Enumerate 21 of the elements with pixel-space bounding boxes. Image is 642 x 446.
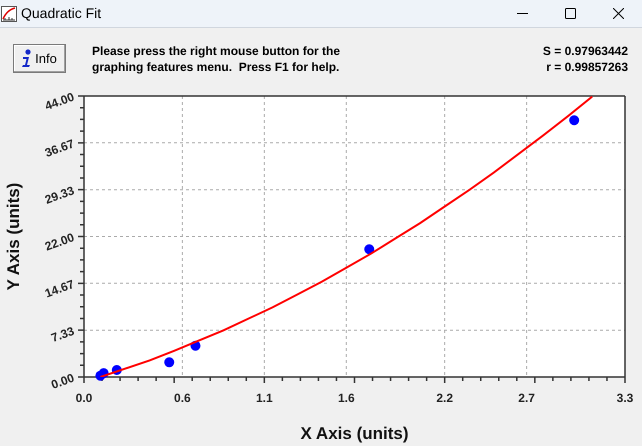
help-message: Please press the right mouse button for the graphing features menu. Press F1 for help.: [92, 43, 342, 75]
y-tick-label: 22.00: [43, 230, 76, 254]
statistic-value: r = 0.99857263: [546, 59, 628, 75]
window-title: Quadratic Fit: [21, 4, 102, 23]
y-tick-label: 14.67: [43, 276, 76, 300]
x-tick-label: 2.7: [518, 391, 535, 405]
y-tick-label: 7.33: [49, 324, 76, 345]
x-axis-title: X Axis (units): [300, 424, 408, 443]
statistic-value: S = 0.97963442: [542, 43, 628, 59]
x-tick-label: 3.3: [616, 391, 634, 405]
y-tick-label: 29.33: [43, 183, 76, 207]
x-tick-label: 1.6: [338, 391, 355, 405]
x-tick-label: 0.0: [76, 391, 92, 405]
x-tick-label: 1.1: [256, 391, 273, 405]
x-tick-label: 2.2: [436, 391, 453, 405]
x-tick-label: 0.6: [174, 391, 191, 405]
info-button[interactable]: Info: [13, 44, 66, 73]
y-tick-label: 0.00: [49, 370, 76, 392]
y-axis-title: Y Axis (units): [4, 182, 23, 290]
y-tick-label: 36.67: [43, 136, 76, 160]
y-tick-label: 44.00: [43, 90, 76, 114]
